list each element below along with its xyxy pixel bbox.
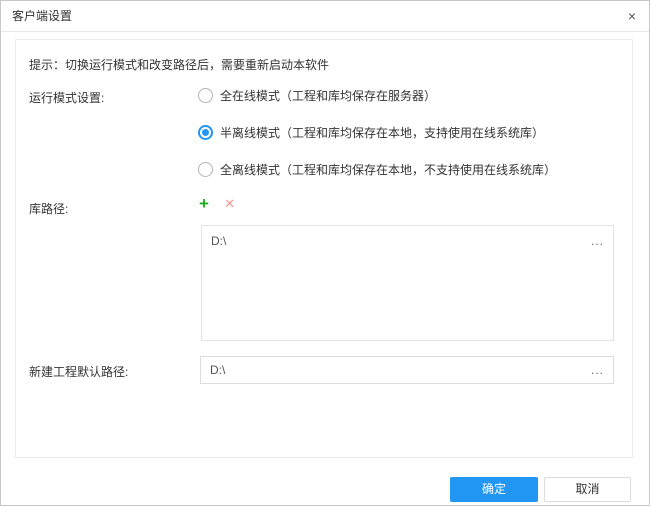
default-project-path-input[interactable] <box>201 357 613 383</box>
title-bar: 客户端设置 × <box>1 1 649 32</box>
cancel-button[interactable]: 取消 <box>544 477 631 502</box>
radio-semi-offline-mode[interactable]: 半离线模式（工程和库均保存在本地，支持使用在线系统库） <box>198 124 544 139</box>
radio-full-offline-label: 全离线模式（工程和库均保存在本地，不支持使用在线系统库） <box>220 163 556 177</box>
default-project-path-label: 新建工程默认路径: <box>29 363 128 380</box>
default-project-path-field-wrap: ... <box>200 356 614 384</box>
close-icon[interactable]: × <box>619 1 645 31</box>
radio-unselected-icon[interactable] <box>198 88 213 103</box>
library-path-value: D:\ <box>211 234 226 248</box>
run-mode-label: 运行模式设置: <box>29 89 104 106</box>
radio-full-offline-mode[interactable]: 全离线模式（工程和库均保存在本地，不支持使用在线系统库） <box>198 161 556 176</box>
browse-ellipsis-button[interactable]: ... <box>591 226 604 257</box>
library-path-label: 库路径: <box>29 200 68 217</box>
radio-unselected-icon[interactable] <box>198 162 213 177</box>
library-path-list[interactable]: D:\ ... <box>201 225 614 341</box>
radio-semi-offline-label: 半离线模式（工程和库均保存在本地，支持使用在线系统库） <box>220 126 544 140</box>
settings-panel: 提示：切换运行模式和改变路径后，需要重新启动本软件 运行模式设置: 全在线模式（… <box>15 39 633 458</box>
add-path-icon[interactable]: + <box>199 194 209 214</box>
list-item[interactable]: D:\ ... <box>202 226 613 257</box>
restart-hint-text: 提示：切换运行模式和改变路径后，需要重新启动本软件 <box>29 56 329 73</box>
dialog-title: 客户端设置 <box>12 1 72 31</box>
browse-ellipsis-button[interactable]: ... <box>591 357 604 383</box>
ok-button[interactable]: 确定 <box>450 477 538 502</box>
remove-path-icon[interactable]: ✕ <box>224 196 235 212</box>
radio-full-online-label: 全在线模式（工程和库均保存在服务器） <box>220 89 436 103</box>
radio-selected-icon[interactable] <box>198 125 213 140</box>
client-settings-dialog: 客户端设置 × 提示：切换运行模式和改变路径后，需要重新启动本软件 运行模式设置… <box>0 0 650 506</box>
radio-full-online-mode[interactable]: 全在线模式（工程和库均保存在服务器） <box>198 87 436 102</box>
library-path-toolbar: + ✕ <box>199 194 235 214</box>
